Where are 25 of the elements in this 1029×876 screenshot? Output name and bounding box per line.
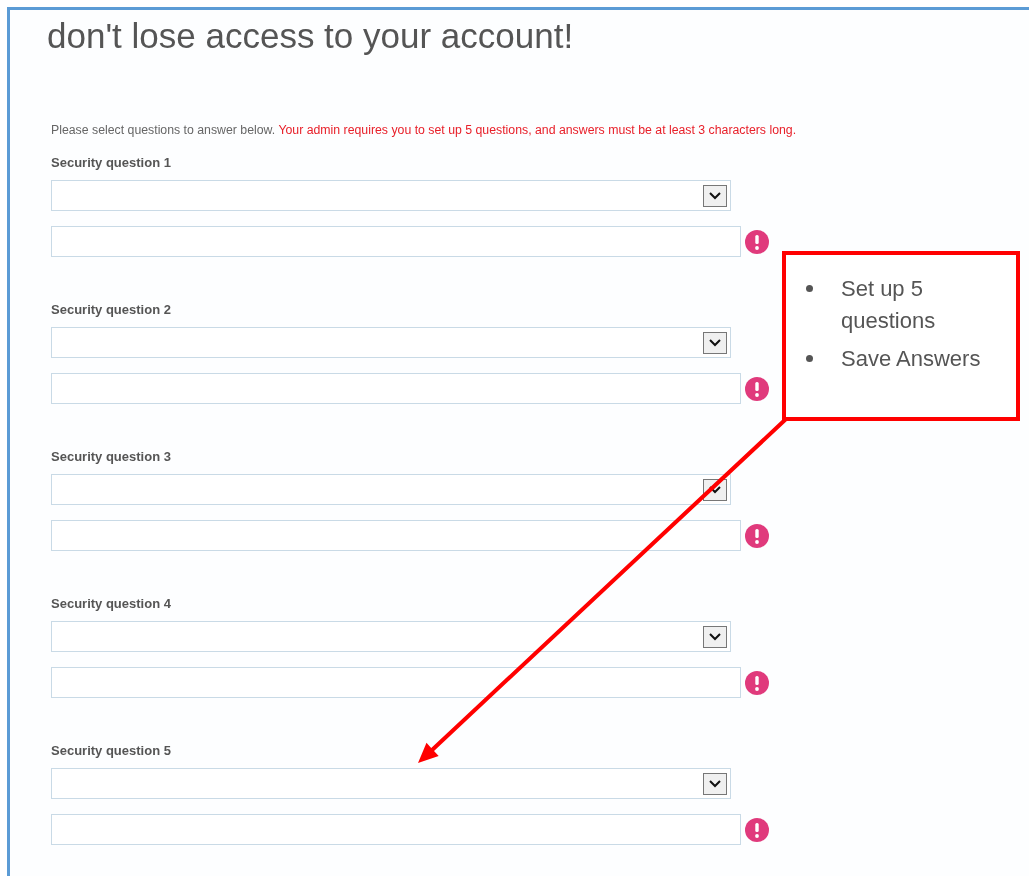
answer-field[interactable] [51,226,741,258]
chevron-down-icon [703,331,727,354]
question-label: Security question 3 [51,449,172,466]
question-label: Security question 1 [51,155,172,172]
question-label: Security question 5 [51,743,172,760]
chevron-down-icon [703,772,727,795]
question-dropdown[interactable] [51,327,731,359]
callout-item: Set up 5 questions [841,275,937,335]
chevron-down-icon [703,184,727,207]
question-label: Security question 4 [51,596,172,613]
answer-field[interactable] [51,667,741,699]
answer-field[interactable] [51,520,741,552]
chevron-down-icon [703,625,727,648]
answer-field[interactable] [51,373,741,405]
page-title: don't lose access to your account! [47,15,575,57]
callout-item: Save Answers [841,345,981,373]
question-dropdown[interactable] [51,180,731,212]
bullet-icon [806,285,813,292]
question-dropdown[interactable] [51,474,731,506]
answer-field[interactable] [51,814,741,846]
question-label: Security question 2 [51,302,172,319]
question-dropdown[interactable] [51,621,731,653]
question-dropdown[interactable] [51,768,731,800]
bullet-icon [806,355,813,362]
instructions: Please select questions to answer below. Your admin requires you to set up 5 questions, and answers must be at least 3 characters long. [50,122,798,139]
